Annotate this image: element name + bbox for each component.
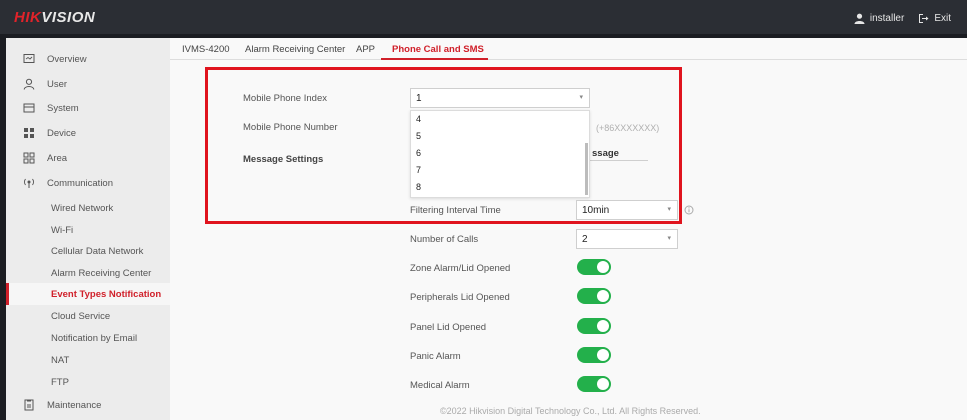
sidebar-subitem-label: Alarm Receiving Center bbox=[51, 267, 152, 279]
sidebar-item-label: Maintenance bbox=[47, 399, 102, 411]
info-icon[interactable] bbox=[684, 205, 694, 215]
medical-alarm-toggle[interactable] bbox=[577, 376, 611, 392]
panic-alarm-label: Panic Alarm bbox=[410, 351, 461, 362]
sidebar: Overview User System Device Area Communi… bbox=[6, 38, 170, 420]
device-icon bbox=[23, 127, 35, 139]
number-of-calls-label: Number of Calls bbox=[410, 234, 479, 245]
app-frame: HIKVISION installer Exit Overview User S… bbox=[0, 0, 967, 420]
sidebar-subitem-cloud-service[interactable]: Cloud Service bbox=[6, 305, 170, 327]
sidebar-subitem-label: Event Types Notification bbox=[51, 288, 162, 300]
exit-icon bbox=[918, 13, 929, 24]
user-icon bbox=[854, 13, 865, 24]
sidebar-item-label: Device bbox=[47, 127, 77, 139]
sidebar-subitem-wired-network[interactable]: Wired Network bbox=[6, 197, 170, 219]
number-of-calls-value: 2 bbox=[582, 233, 588, 245]
red-highlight-box bbox=[205, 67, 682, 224]
sidebar-item-system[interactable]: System bbox=[6, 97, 170, 119]
hikvision-logo: HIKVISION bbox=[14, 9, 95, 26]
communication-icon bbox=[23, 177, 35, 189]
copyright-footer: ©2022 Hikvision Digital Technology Co., … bbox=[440, 406, 701, 416]
sidebar-item-label: User bbox=[47, 78, 68, 90]
sidebar-item-label: Communication bbox=[47, 177, 113, 189]
sidebar-item-label: Overview bbox=[47, 53, 87, 65]
sidebar-item-maintenance[interactable]: Maintenance bbox=[6, 394, 170, 416]
sidebar-subitem-nat[interactable]: NAT bbox=[6, 349, 170, 371]
active-tab-indicator bbox=[381, 58, 488, 60]
sidebar-subitem-label: Wi-Fi bbox=[51, 224, 74, 236]
sidebar-subitem-label: Wired Network bbox=[51, 202, 114, 214]
number-of-calls-select[interactable]: 2 ▾ bbox=[576, 229, 678, 249]
exit-label: Exit bbox=[934, 12, 951, 24]
tab-alarm-receiving-center[interactable]: Alarm Receiving Center bbox=[245, 44, 345, 55]
peripherals-lid-opened-label: Peripherals Lid Opened bbox=[410, 292, 510, 303]
top-right-controls: installer Exit bbox=[854, 11, 951, 25]
sidebar-subitem-label: NAT bbox=[51, 354, 70, 366]
overview-icon bbox=[23, 53, 35, 65]
zone-alarm-lid-opened-toggle[interactable] bbox=[577, 259, 611, 275]
tab-ivms-4200[interactable]: IVMS-4200 bbox=[182, 44, 230, 55]
tab-phone-call-and-sms[interactable]: Phone Call and SMS bbox=[392, 44, 484, 55]
maintenance-icon bbox=[23, 399, 35, 411]
sidebar-item-label: System bbox=[47, 102, 79, 114]
sidebar-subitem-notification-by-email[interactable]: Notification by Email bbox=[6, 327, 170, 349]
peripherals-lid-opened-toggle[interactable] bbox=[577, 288, 611, 304]
sidebar-item-label: Area bbox=[47, 152, 68, 164]
user-menu[interactable]: installer bbox=[854, 13, 904, 24]
chevron-down-icon: ▾ bbox=[667, 235, 671, 242]
logo-part-vision: VISION bbox=[41, 9, 96, 26]
sidebar-subitem-ftp[interactable]: FTP bbox=[6, 371, 170, 393]
medical-alarm-label: Medical Alarm bbox=[410, 380, 470, 391]
logo-part-hik: HIK bbox=[14, 9, 42, 26]
tab-bar: IVMS-4200 Alarm Receiving Center APP Pho… bbox=[170, 38, 967, 60]
sidebar-subitem-alarm-receiving-center[interactable]: Alarm Receiving Center bbox=[6, 262, 170, 284]
sidebar-item-user[interactable]: User bbox=[6, 73, 170, 95]
sidebar-subitem-label: Cellular Data Network bbox=[51, 245, 144, 257]
sidebar-item-area[interactable]: Area bbox=[6, 147, 170, 169]
panic-alarm-toggle[interactable] bbox=[577, 347, 611, 363]
user-icon bbox=[23, 78, 35, 90]
sidebar-subitem-cellular-data-network[interactable]: Cellular Data Network bbox=[6, 240, 170, 262]
top-bar: HIKVISION installer Exit bbox=[0, 0, 967, 34]
area-icon bbox=[23, 152, 35, 164]
sidebar-subitem-label: Notification by Email bbox=[51, 332, 138, 344]
sidebar-item-communication[interactable]: Communication bbox=[6, 172, 170, 194]
sidebar-subitem-event-types-notification[interactable]: Event Types Notification bbox=[6, 283, 170, 305]
user-label: installer bbox=[869, 12, 905, 24]
sidebar-item-device[interactable]: Device bbox=[6, 122, 170, 144]
system-icon bbox=[23, 102, 35, 114]
sidebar-subitem-label: Cloud Service bbox=[51, 310, 111, 322]
sidebar-subitem-label: FTP bbox=[51, 376, 69, 388]
tab-app[interactable]: APP bbox=[356, 44, 375, 55]
panel-lid-opened-label: Panel Lid Opened bbox=[410, 322, 487, 333]
panel-lid-opened-toggle[interactable] bbox=[577, 318, 611, 334]
sidebar-subitem-wifi[interactable]: Wi-Fi bbox=[6, 219, 170, 241]
sidebar-item-overview[interactable]: Overview bbox=[6, 48, 170, 70]
zone-alarm-lid-opened-label: Zone Alarm/Lid Opened bbox=[410, 263, 511, 274]
exit-button[interactable]: Exit bbox=[918, 13, 951, 24]
